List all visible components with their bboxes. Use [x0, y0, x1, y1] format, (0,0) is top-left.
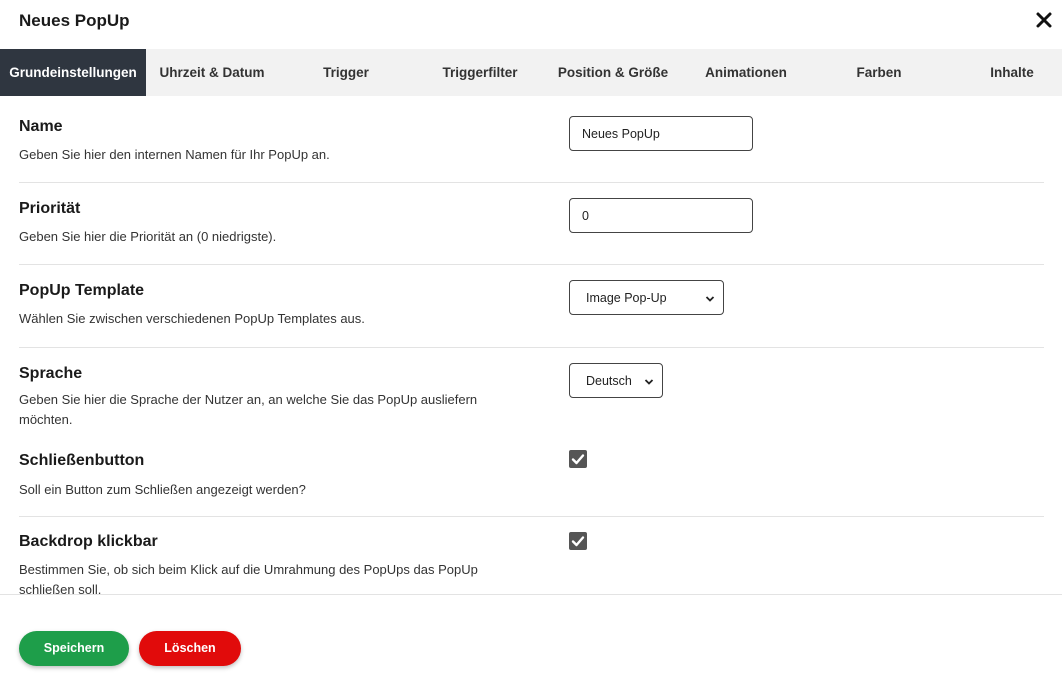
field-description: Wählen Sie zwischen verschiedenen PopUp …	[19, 311, 365, 326]
setting-name: Name Geben Sie hier den internen Namen f…	[19, 96, 1044, 183]
setting-backdrop: Backdrop klickbar Bestimmen Sie, ob sich…	[19, 517, 1044, 594]
tab-animationen[interactable]: Animationen	[694, 49, 798, 96]
field-description: Soll ein Button zum Schließen angezeigt …	[19, 482, 306, 497]
field-label: Backdrop klickbar	[19, 533, 158, 550]
dialog-footer: Speichern Löschen	[0, 594, 1062, 679]
chevron-down-icon	[705, 293, 715, 303]
template-select-value: Image Pop-Up	[586, 290, 667, 305]
chevron-down-icon	[644, 376, 654, 386]
field-label: Name	[19, 118, 63, 135]
setting-priority: Priorität Geben Sie hier die Priorität a…	[19, 183, 1044, 265]
field-label: Schließenbutton	[19, 452, 145, 469]
settings-panel: Name Geben Sie hier den internen Namen f…	[0, 96, 1062, 594]
setting-language: Sprache Geben Sie hier die Sprache der N…	[19, 348, 1044, 438]
template-select[interactable]: Image Pop-Up	[569, 280, 724, 315]
save-button[interactable]: Speichern	[19, 631, 129, 666]
language-select-value: Deutsch	[586, 373, 632, 388]
close-button-checkbox[interactable]	[569, 450, 587, 468]
check-icon	[571, 454, 585, 465]
backdrop-checkbox[interactable]	[569, 532, 587, 550]
close-icon[interactable]	[1034, 10, 1054, 30]
field-description: Geben Sie hier den internen Namen für Ih…	[19, 147, 330, 162]
field-description: Geben Sie hier die Priorität an (0 niedr…	[19, 229, 277, 244]
setting-template: PopUp Template Wählen Sie zwischen versc…	[19, 265, 1044, 348]
field-label: Sprache	[19, 365, 83, 382]
name-input[interactable]	[569, 116, 753, 151]
tab-position-groesse[interactable]: Position & Größe	[552, 49, 674, 96]
field-description: Geben Sie hier die Sprache der Nutzer an…	[19, 392, 478, 427]
tab-triggerfilter[interactable]: Triggerfilter	[425, 49, 535, 96]
setting-close-button: Schließenbutton Soll ein Button zum Schl…	[19, 438, 1044, 517]
tab-uhrzeit-datum[interactable]: Uhrzeit & Datum	[152, 49, 272, 96]
dialog-header: Neues PopUp	[0, 0, 1062, 48]
field-description: Bestimmen Sie, ob sich beim Klick auf di…	[19, 562, 478, 594]
field-label: PopUp Template	[19, 282, 145, 299]
language-select[interactable]: Deutsch	[569, 363, 663, 398]
dialog-title: Neues PopUp	[19, 11, 130, 30]
delete-button[interactable]: Löschen	[139, 631, 241, 666]
check-icon	[571, 536, 585, 547]
priority-input[interactable]	[569, 198, 753, 233]
field-label: Priorität	[19, 200, 81, 217]
tab-trigger[interactable]: Trigger	[296, 49, 396, 96]
tab-bar: Grundeinstellungen Uhrzeit & Datum Trigg…	[0, 49, 1062, 96]
tab-grundeinstellungen[interactable]: Grundeinstellungen	[0, 49, 146, 96]
tab-inhalte[interactable]: Inhalte	[972, 49, 1052, 96]
tab-farben[interactable]: Farben	[834, 49, 924, 96]
